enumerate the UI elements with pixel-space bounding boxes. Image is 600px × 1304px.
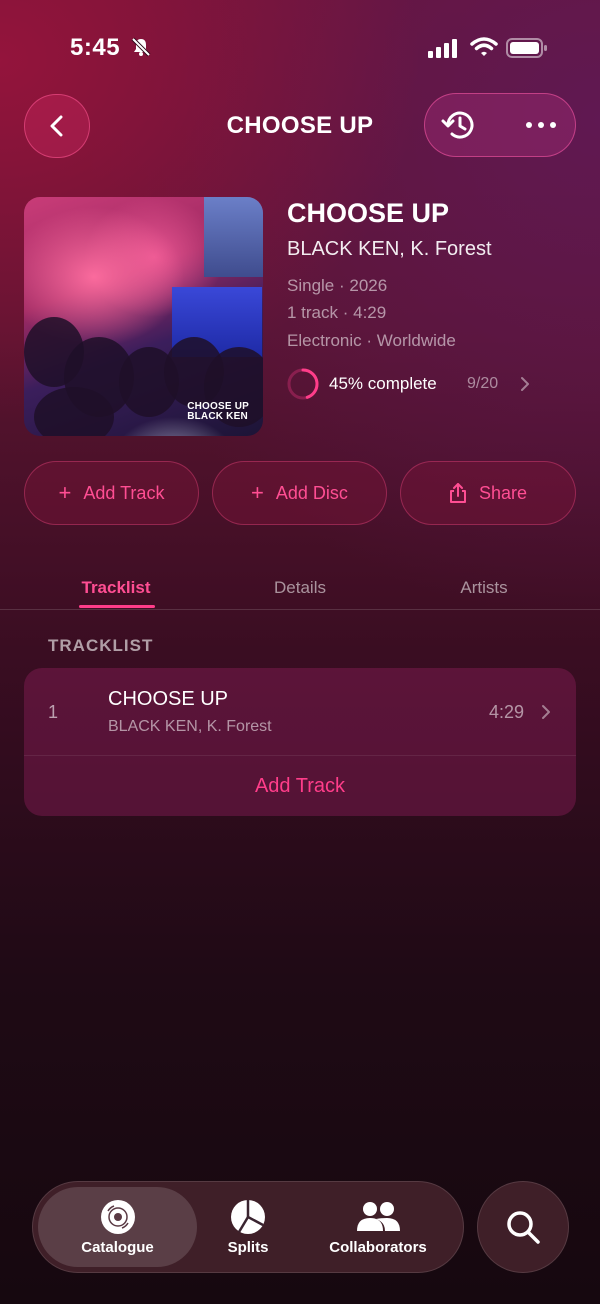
add-track-row-button[interactable]: Add Track [24, 756, 576, 816]
search-icon [507, 1211, 540, 1244]
chevron-right-icon[interactable] [520, 376, 530, 392]
release-type-year: Single · 2026 [287, 276, 388, 295]
bell-muted-icon [130, 36, 152, 63]
plus-icon: + [251, 480, 264, 505]
more-button[interactable] [516, 100, 566, 150]
search-button[interactable] [477, 1181, 569, 1273]
plus-icon: + [58, 480, 72, 505]
progress-label[interactable]: 45% complete [329, 374, 437, 394]
history-icon [441, 111, 474, 139]
tab-tracklist[interactable]: Tracklist [54, 578, 178, 598]
track-number: 1 [48, 702, 59, 722]
track-artists: BLACK KEN, K. Forest [108, 718, 272, 735]
add-track-button[interactable]: + Add Track [24, 461, 199, 525]
progress-ring-icon [287, 368, 319, 400]
tab-divider [0, 609, 600, 610]
release-genre-territory: Electronic · Worldwide [287, 331, 456, 350]
pie-chart-icon [231, 1199, 265, 1234]
nav-catalogue[interactable]: Catalogue [38, 1187, 197, 1267]
tab-active-indicator [79, 605, 155, 608]
tab-details[interactable]: Details [238, 578, 362, 598]
ellipsis-icon [526, 122, 556, 128]
share-button[interactable]: Share [400, 461, 576, 525]
chevron-right-icon[interactable] [541, 704, 551, 720]
cover-lettering: CHOOSE UP BLACK KEN [187, 401, 249, 422]
add-disc-button[interactable]: + Add Disc [212, 461, 387, 525]
status-time: 5:45 [70, 34, 121, 61]
album-cover: CHOOSE UP BLACK KEN [24, 197, 263, 436]
release-title: CHOOSE UP [287, 198, 450, 228]
release-artists: BLACK KEN, K. Forest [287, 238, 492, 260]
disc-icon [100, 1199, 135, 1234]
wifi-icon [470, 36, 498, 63]
share-icon [449, 483, 466, 503]
track-title[interactable]: CHOOSE UP [108, 688, 228, 711]
people-icon [357, 1201, 400, 1231]
release-tracks-length: 1 track · 4:29 [287, 303, 387, 322]
battery-icon [506, 38, 548, 63]
tab-artists[interactable]: Artists [422, 578, 546, 598]
nav-splits[interactable]: Splits [208, 1187, 288, 1267]
signal-icon [428, 38, 460, 63]
nav-collaborators[interactable]: Collaborators [318, 1187, 438, 1267]
progress-count[interactable]: 9/20 [467, 375, 498, 393]
history-button[interactable] [434, 100, 484, 150]
section-label-tracklist: TRACKLIST [48, 636, 154, 655]
track-duration: 4:29 [489, 702, 525, 722]
